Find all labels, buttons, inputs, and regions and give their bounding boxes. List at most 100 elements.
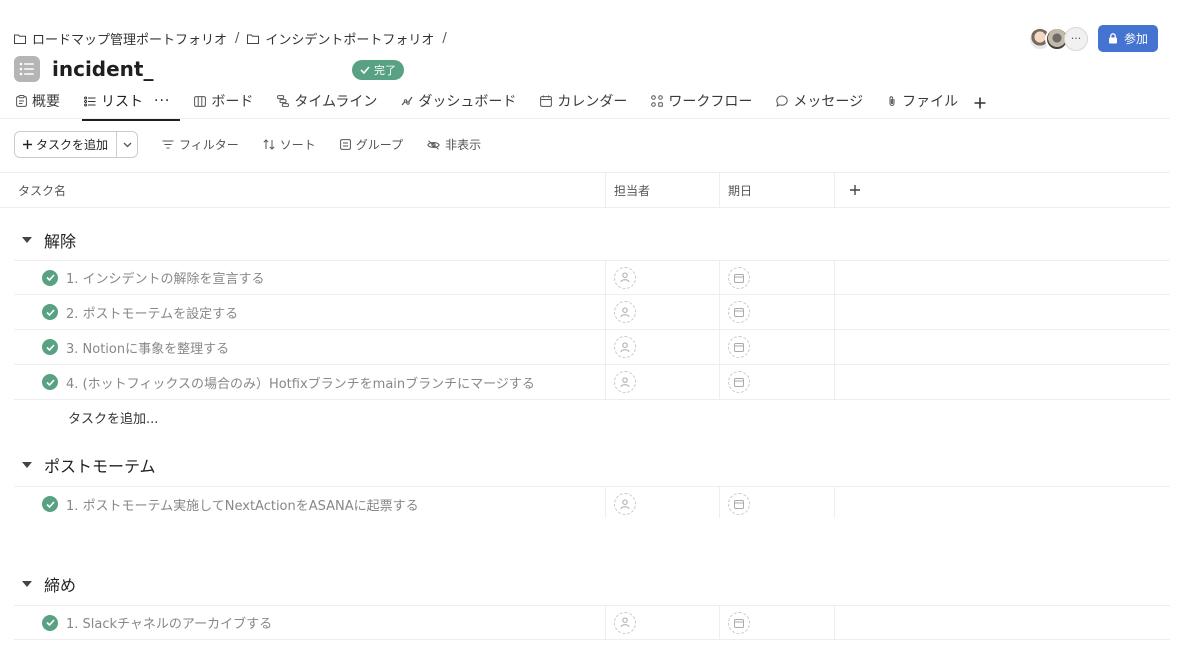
- calendar-icon[interactable]: [728, 301, 750, 323]
- column-label: タスク名: [18, 183, 67, 198]
- due-date-cell[interactable]: [720, 295, 835, 329]
- calendar-icon[interactable]: [728, 611, 750, 634]
- task-name[interactable]: 4. (ホットフィックスの場合のみ）Hotfixブランチをmainブランチにマー…: [66, 373, 535, 392]
- column-assignee[interactable]: 担当者: [606, 173, 720, 207]
- add-column-button[interactable]: [835, 173, 875, 207]
- breadcrumb-separator: /: [442, 31, 447, 46]
- assignee-cell[interactable]: [606, 261, 720, 294]
- due-date-cell[interactable]: [720, 330, 835, 364]
- hide-label: 非表示: [445, 138, 482, 152]
- check-circle-icon[interactable]: [42, 304, 58, 320]
- tab-workflow[interactable]: ワークフロー: [649, 91, 754, 117]
- timeline-icon: [277, 95, 290, 107]
- task-name[interactable]: 1. ポストモーテム実施してNextActionをASANAに起票する: [66, 495, 419, 514]
- table-row[interactable]: 2. ポストモーテムを設定する: [14, 295, 1170, 330]
- user-icon[interactable]: [614, 301, 636, 323]
- tab-files[interactable]: ファイル: [885, 91, 960, 117]
- table-row[interactable]: 1. Slackチャネルのアーカイブする: [14, 605, 1170, 640]
- user-icon[interactable]: [614, 336, 636, 358]
- folder-icon: [14, 34, 26, 44]
- tab-list[interactable]: リスト ···: [82, 91, 181, 121]
- assignee-cell[interactable]: [606, 365, 720, 399]
- section-title: 解除: [44, 232, 77, 251]
- column-label: 担当者: [614, 183, 651, 198]
- caret-down-icon[interactable]: [22, 581, 32, 587]
- due-date-cell[interactable]: [720, 606, 835, 639]
- assignee-cell[interactable]: [606, 295, 720, 329]
- tab-menu-button[interactable]: ···: [154, 93, 170, 109]
- user-icon[interactable]: [614, 266, 636, 289]
- page-title[interactable]: incident_: [52, 57, 153, 81]
- plus-icon: [850, 185, 860, 195]
- add-task-inline[interactable]: タスクを追加...: [68, 408, 158, 427]
- user-icon[interactable]: [614, 371, 636, 393]
- lock-icon: [1108, 33, 1117, 44]
- filter-button[interactable]: フィルター: [162, 136, 239, 153]
- project-tabs: 概要 リスト ··· ボード タイムライン ダッシュボード カレンダー ワークフ…: [14, 91, 986, 121]
- chevron-down-icon: [123, 142, 131, 147]
- caret-down-icon[interactable]: [22, 462, 32, 468]
- tab-label: ダッシュボード: [418, 94, 517, 110]
- add-task-dropdown[interactable]: [117, 132, 137, 157]
- calendar-icon[interactable]: [728, 371, 750, 393]
- task-name[interactable]: 2. ポストモーテムを設定する: [66, 303, 238, 322]
- due-date-cell[interactable]: [720, 365, 835, 399]
- section-header[interactable]: 締め: [22, 572, 76, 596]
- calendar-icon[interactable]: [728, 336, 750, 358]
- assignee-cell[interactable]: [606, 330, 720, 364]
- tab-timeline[interactable]: タイムライン: [275, 91, 379, 117]
- calendar-icon[interactable]: [728, 493, 750, 515]
- assignee-cell[interactable]: [606, 606, 720, 639]
- section-header[interactable]: 解除: [22, 228, 76, 252]
- project-list-icon[interactable]: [14, 56, 40, 82]
- add-task-button[interactable]: タスクを追加: [15, 132, 118, 157]
- breadcrumb-separator: /: [235, 31, 240, 46]
- table-row[interactable]: 1. インシデントの解除を宣言する: [14, 260, 1170, 295]
- column-task-name[interactable]: タスク名: [0, 173, 606, 207]
- more-members-button[interactable]: ···: [1063, 26, 1088, 51]
- user-icon[interactable]: [614, 493, 636, 515]
- breadcrumb-item-roadmap[interactable]: ロードマップ管理ポートフォリオ: [14, 29, 227, 48]
- section-header[interactable]: ポストモーテム: [22, 453, 156, 477]
- task-name[interactable]: 1. Slackチャネルのアーカイブする: [66, 613, 272, 632]
- check-circle-icon[interactable]: [42, 374, 58, 390]
- join-label: 参加: [1123, 32, 1148, 46]
- calendar-icon[interactable]: [728, 266, 750, 289]
- check-circle-icon[interactable]: [42, 614, 58, 631]
- add-tab-button[interactable]: [974, 95, 986, 113]
- task-name[interactable]: 1. インシデントの解除を宣言する: [66, 268, 265, 287]
- caret-down-icon[interactable]: [22, 237, 32, 243]
- member-avatars[interactable]: ···: [1027, 26, 1088, 51]
- task-name[interactable]: 3. Notionに事象を整理する: [66, 338, 229, 357]
- due-date-cell[interactable]: [720, 487, 835, 521]
- sort-button[interactable]: ソート: [263, 136, 316, 153]
- table-row[interactable]: 1. ポストモーテム実施してNextActionをASANAに起票する: [14, 486, 1170, 521]
- paperclip-icon: [889, 96, 895, 106]
- tab-messages[interactable]: メッセージ: [774, 91, 865, 117]
- project-page: ロードマップ管理ポートフォリオ / インシデントポートフォリオ / incide…: [0, 0, 1200, 668]
- due-date-cell[interactable]: [720, 261, 835, 294]
- breadcrumb-item-incident[interactable]: インシデントポートフォリオ: [247, 29, 434, 48]
- check-circle-icon[interactable]: [42, 339, 58, 355]
- user-icon[interactable]: [614, 611, 636, 634]
- tab-dashboard[interactable]: ダッシュボード: [399, 91, 518, 117]
- tab-overview[interactable]: 概要: [14, 91, 62, 117]
- tab-board[interactable]: ボード: [192, 91, 255, 117]
- hide-button[interactable]: 非表示: [427, 136, 481, 153]
- check-circle-icon[interactable]: [42, 496, 58, 512]
- assignee-cell[interactable]: [606, 487, 720, 521]
- check-circle-icon[interactable]: [42, 269, 58, 286]
- column-due-date[interactable]: 期日: [720, 173, 835, 207]
- table-row[interactable]: 4. (ホットフィックスの場合のみ）Hotfixブランチをmainブランチにマー…: [14, 365, 1170, 400]
- join-button[interactable]: 参加: [1097, 25, 1158, 52]
- group-button[interactable]: グループ: [339, 136, 403, 153]
- tab-label: 概要: [32, 94, 60, 110]
- tab-calendar[interactable]: カレンダー: [538, 91, 629, 117]
- title-row: incident_: [14, 56, 153, 82]
- add-task-label: タスクを追加: [36, 138, 109, 152]
- list-toolbar: タスクを追加 フィルター ソート グループ 非表示: [14, 131, 481, 158]
- status-badge[interactable]: 完了: [352, 60, 404, 80]
- overview-icon: [16, 95, 27, 107]
- tab-label: ボード: [211, 94, 254, 110]
- table-row[interactable]: 3. Notionに事象を整理する: [14, 330, 1170, 365]
